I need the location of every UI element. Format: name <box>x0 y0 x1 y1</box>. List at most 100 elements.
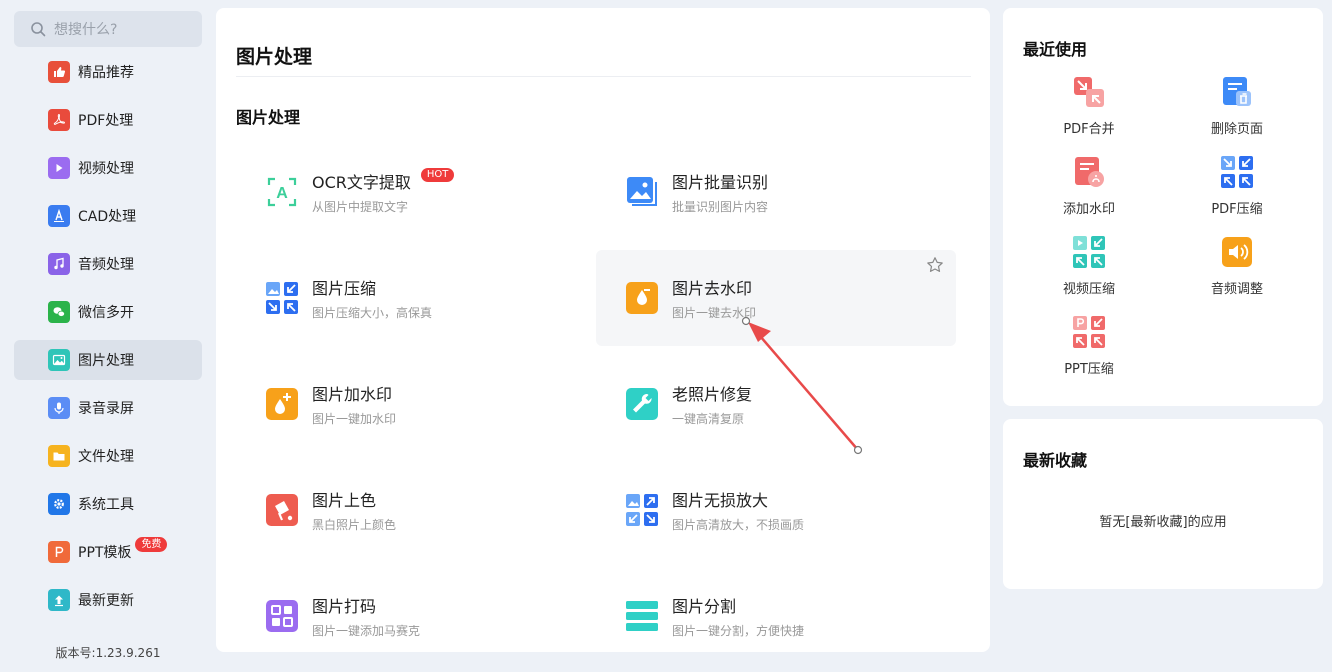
thumbs-up-icon <box>48 61 70 83</box>
sidebar-item-wechat[interactable]: 微信多开 <box>14 292 202 332</box>
sidebar-item-audio[interactable]: 音频处理 <box>14 244 202 284</box>
star-icon[interactable] <box>926 256 944 274</box>
recent-item-pdf-merge[interactable]: PDF合并 <box>1015 76 1163 137</box>
compress-icon <box>266 282 298 314</box>
tool-desc: 从图片中提取文字 <box>312 200 409 214</box>
tool-desc: 图片一键加水印 <box>312 412 397 426</box>
sidebar-item-label: 录音录屏 <box>78 401 134 417</box>
sidebar-item-recording[interactable]: 录音录屏 <box>14 388 202 428</box>
sidebar-item-label: CAD处理 <box>78 209 137 225</box>
sidebar-item-update[interactable]: 最新更新 <box>14 580 202 620</box>
sidebar-item-ppt[interactable]: PPT模板 免费 <box>14 532 202 572</box>
recent-item-label: PDF压缩 <box>1211 202 1263 217</box>
version-label: 版本号:1.23.9.261 <box>55 646 161 660</box>
tool-compress[interactable]: 图片压缩 图片压缩大小，高保真 <box>236 250 596 346</box>
pdf-icon <box>48 109 70 131</box>
tool-remove-watermark[interactable]: 图片去水印 图片一键去水印 <box>596 250 956 346</box>
tool-name: 图片打码 <box>312 597 377 616</box>
tool-desc: 图片一键分割，方便快捷 <box>672 624 805 638</box>
recent-panel: 最近使用 PDF合并 删除页面 添加水印 PDF压缩 视频压缩 音频调整 PPT… <box>1003 8 1323 406</box>
tool-photo-repair[interactable]: 老照片修复 一键高清复原 <box>596 356 956 452</box>
sidebar-item-cad[interactable]: CAD处理 <box>14 196 202 236</box>
recent-item-ppt-compress[interactable]: PPT压缩 <box>1015 316 1163 377</box>
recent-item-label: 删除页面 <box>1210 122 1263 137</box>
sidebar-item-label: 精品推荐 <box>78 65 134 81</box>
tool-name: OCR文字提取 <box>312 173 411 192</box>
tool-mosaic[interactable]: 图片打码 图片一键添加马赛克 <box>236 568 596 652</box>
tool-name: 图片上色 <box>312 491 377 510</box>
recent-item-label: PPT压缩 <box>1064 362 1114 377</box>
tool-name: 图片压缩 <box>312 279 377 298</box>
repair-icon <box>626 388 658 420</box>
colorize-icon <box>266 494 298 526</box>
tool-desc: 图片一键去水印 <box>672 306 757 320</box>
remove-watermark-icon <box>626 282 658 314</box>
favorites-panel: 最新收藏 暂无[最新收藏]的应用 <box>1003 419 1323 589</box>
split-icon <box>626 600 658 632</box>
recent-item-video-compress[interactable]: 视频压缩 <box>1015 236 1163 297</box>
search-icon <box>31 22 46 37</box>
cad-icon <box>48 205 70 227</box>
tool-desc: 图片压缩大小，高保真 <box>312 306 433 320</box>
tool-name: 图片去水印 <box>672 279 753 298</box>
tool-batch-recognize[interactable]: 图片批量识别 批量识别图片内容 <box>596 144 956 240</box>
sidebar: 想搜什么? 精品推荐 PDF处理 视频处理 CAD处理 音频处理 微信多开 图片… <box>0 0 216 672</box>
section-title: 图片处理 <box>236 108 301 127</box>
tool-desc: 黑白照片上颜色 <box>312 518 397 532</box>
hot-badge: HOT <box>420 168 455 182</box>
sidebar-item-system[interactable]: 系统工具 <box>14 484 202 524</box>
pdf-merge-icon <box>1074 77 1104 107</box>
tool-name: 图片无损放大 <box>672 491 769 510</box>
music-icon <box>48 253 70 275</box>
favorites-title: 最新收藏 <box>1023 451 1088 470</box>
divider <box>236 76 971 77</box>
search-input[interactable]: 想搜什么? <box>14 11 202 47</box>
tool-colorize[interactable]: 图片上色 黑白照片上颜色 <box>236 462 596 558</box>
sidebar-item-pdf[interactable]: PDF处理 <box>14 100 202 140</box>
tool-add-watermark[interactable]: 图片加水印 图片一键加水印 <box>236 356 596 452</box>
favorites-empty-text: 暂无[最新收藏]的应用 <box>1099 515 1227 530</box>
recent-item-label: 添加水印 <box>1062 202 1115 217</box>
tool-ocr[interactable]: A OCR文字提取 HOT 从图片中提取文字 <box>236 144 596 240</box>
wechat-icon <box>48 301 70 323</box>
tool-name: 图片批量识别 <box>672 173 769 192</box>
sidebar-item-label: PDF处理 <box>78 113 134 129</box>
tool-split[interactable]: 图片分割 图片一键分割，方便快捷 <box>596 568 956 652</box>
recent-item-audio-adjust[interactable]: 音频调整 <box>1163 236 1311 297</box>
tool-name: 图片分割 <box>672 597 737 616</box>
sidebar-item-label: 图片处理 <box>78 353 134 369</box>
sidebar-item-label: PPT模板 <box>78 545 132 561</box>
tool-name: 老照片修复 <box>672 385 753 404</box>
tool-desc: 图片一键添加马赛克 <box>312 624 421 638</box>
recent-item-pdf-compress[interactable]: PDF压缩 <box>1163 156 1311 217</box>
batch-image-icon <box>626 176 658 208</box>
recent-item-add-watermark[interactable]: 添加水印 <box>1015 156 1163 217</box>
sidebar-item-image[interactable]: 图片处理 <box>14 340 202 380</box>
recent-title: 最近使用 <box>1023 40 1088 59</box>
add-watermark-icon <box>266 388 298 420</box>
sidebar-item-video[interactable]: 视频处理 <box>14 148 202 188</box>
audio-adjust-icon <box>1222 237 1252 267</box>
page-title: 图片处理 <box>236 46 313 68</box>
add-watermark-icon <box>1075 157 1104 187</box>
tool-desc: 一键高清复原 <box>672 412 745 426</box>
microphone-icon <box>48 397 70 419</box>
tool-enlarge[interactable]: 图片无损放大 图片高清放大，不损画质 <box>596 462 956 558</box>
gear-icon <box>48 493 70 515</box>
recent-item-label: 音频调整 <box>1210 282 1263 297</box>
free-badge: 免费 <box>135 536 168 552</box>
sidebar-item-label: 微信多开 <box>78 305 134 321</box>
svg-text:A: A <box>276 185 288 202</box>
tool-desc: 图片高清放大，不损画质 <box>672 518 805 532</box>
image-icon <box>48 349 70 371</box>
sidebar-item-file[interactable]: 文件处理 <box>14 436 202 476</box>
recent-item-delete-page[interactable]: 删除页面 <box>1163 76 1311 137</box>
mosaic-icon <box>266 600 298 632</box>
ppt-icon <box>48 541 70 563</box>
sidebar-item-label: 最新更新 <box>78 593 134 609</box>
tool-desc: 批量识别图片内容 <box>672 200 769 214</box>
play-icon <box>48 157 70 179</box>
recent-item-label: PDF合并 <box>1063 122 1115 137</box>
sidebar-item-featured[interactable]: 精品推荐 <box>14 52 202 92</box>
search-placeholder: 想搜什么? <box>54 22 118 38</box>
